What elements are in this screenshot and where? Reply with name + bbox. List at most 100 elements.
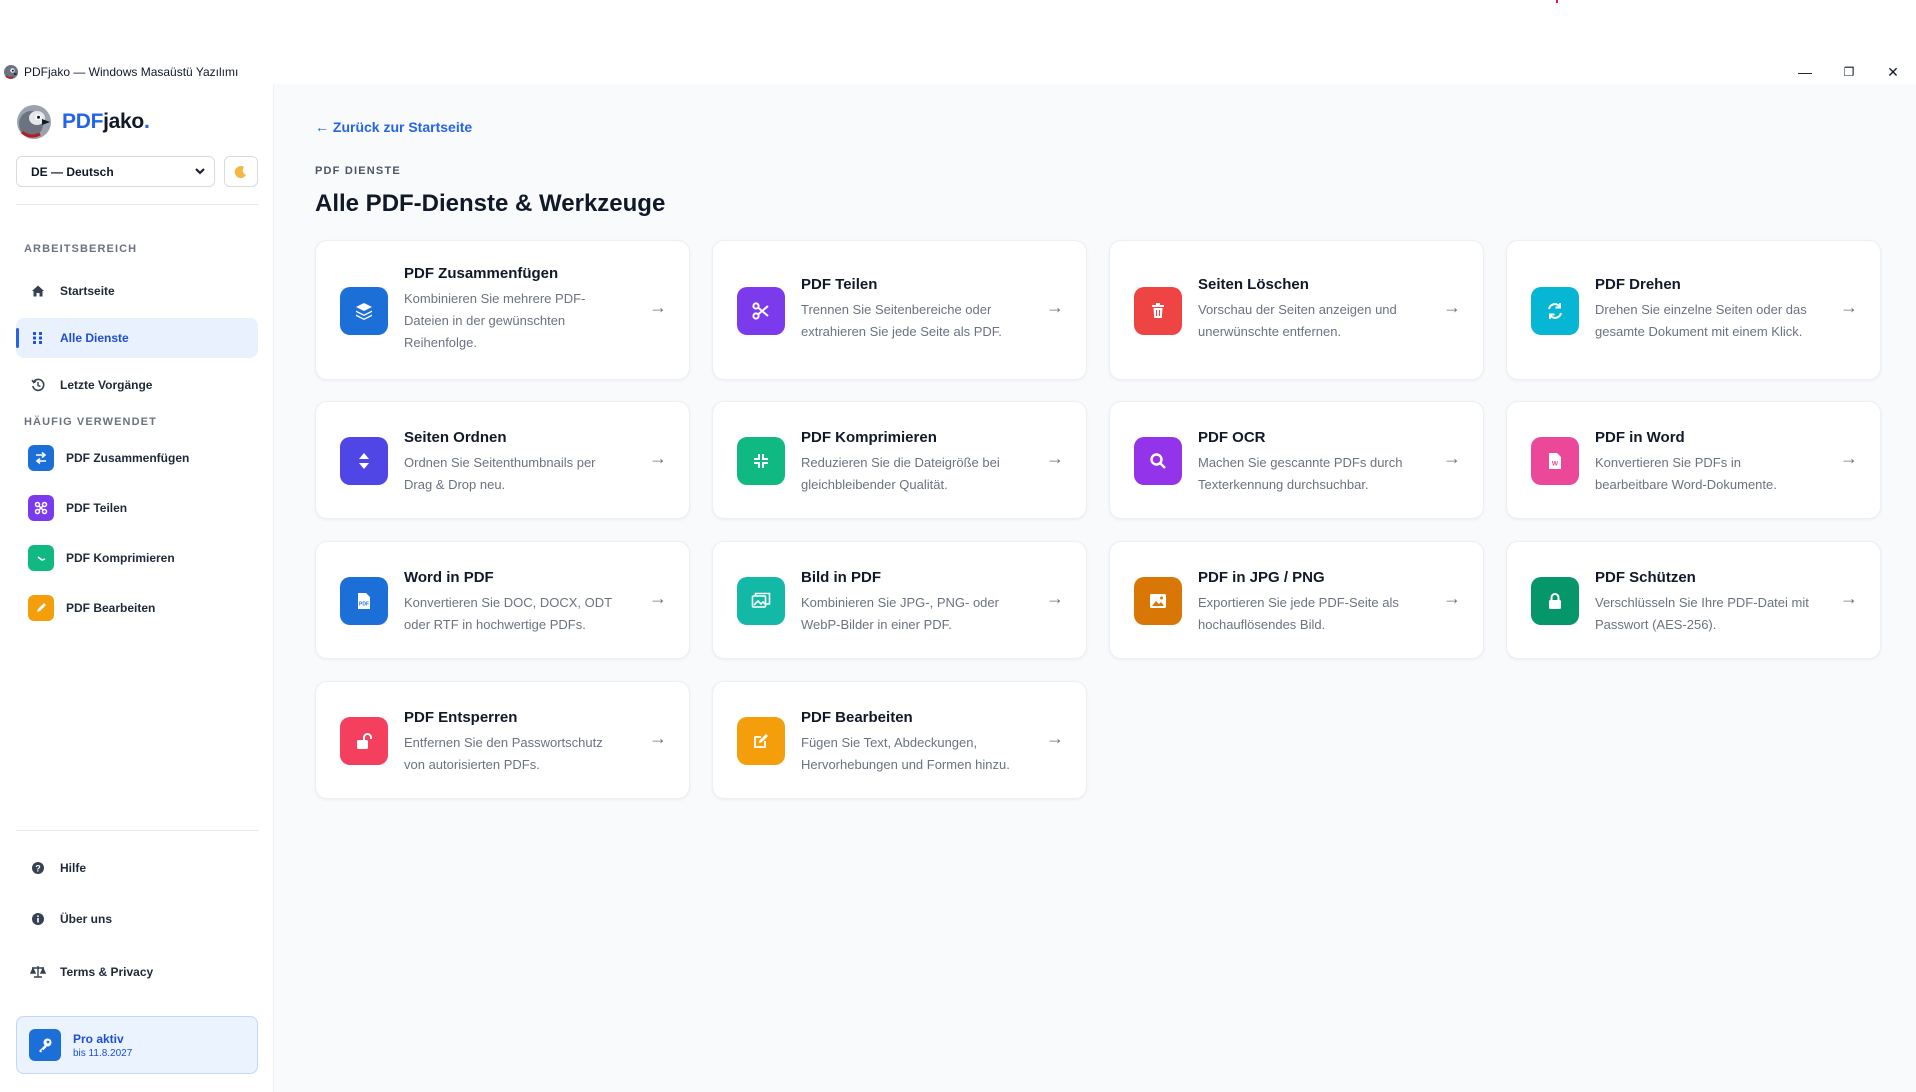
service-card-pdf-zusammenfuegen[interactable]: PDF Zusammenfügen Kombinieren Sie mehrer… — [315, 240, 690, 380]
service-card-title: Word in PDF — [404, 569, 494, 586]
service-card-title: PDF in JPG / PNG — [1198, 569, 1325, 586]
service-card-pdf-entsperren[interactable]: PDF Entsperren Entfernen Sie den Passwor… — [315, 681, 690, 799]
service-card-title: Bild in PDF — [801, 569, 881, 586]
minimize-button[interactable]: — — [1782, 60, 1828, 84]
service-card-pdf-bearbeiten[interactable]: PDF Bearbeiten Fügen Sie Text, Abdeckung… — [712, 681, 1087, 799]
compress-icon — [737, 437, 785, 485]
back-to-home-link[interactable]: ← Zurück zur Startseite — [315, 119, 472, 135]
close-button[interactable]: ✕ — [1870, 60, 1916, 84]
arrow-right-icon: → — [649, 588, 667, 608]
word-file-icon: W — [1531, 437, 1579, 485]
sidebar-item-hilfe[interactable]: ? Hilfe — [16, 848, 258, 888]
brand-name-pdf: PDF — [62, 110, 104, 133]
service-card-description: Kombinieren Sie JPG-, PNG- oder WebP-Bil… — [801, 595, 999, 632]
history-icon — [30, 377, 46, 393]
favorites-section-label: HÄUFIG VERWENDET — [24, 416, 157, 428]
pro-status-box[interactable]: Pro aktiv bis 11.8.2027 — [16, 1016, 258, 1074]
service-card-seiten-loeschen[interactable]: Seiten Löschen Vorschau der Seiten anzei… — [1109, 240, 1484, 380]
rotate-icon — [1531, 287, 1579, 335]
parrot-logo-icon — [17, 105, 51, 139]
favorite-item-label: PDF Zusammenfügen — [66, 451, 190, 465]
sidebar-item-startseite[interactable]: Startseite — [16, 271, 258, 311]
sidebar-item-label: Über uns — [60, 912, 113, 926]
info-icon — [30, 911, 46, 927]
service-card-description: Exportieren Sie jede PDF-Seite als hocha… — [1198, 595, 1399, 632]
maximize-button[interactable]: ❐ — [1826, 60, 1872, 84]
app-window: PDFjako — Windows Masaüstü Yazılımı — ❐ … — [0, 60, 1916, 1092]
images-icon — [737, 577, 785, 625]
service-card-description: Reduzieren Sie die Dateigröße bei gleich… — [801, 455, 1000, 492]
service-card-pdf-schuetzen[interactable]: PDF Schützen Verschlüsseln Sie Ihre PDF-… — [1506, 541, 1881, 659]
favorite-item-komprimieren[interactable]: PDF Komprimieren — [28, 544, 175, 572]
sidebar-item-letzte-vorgaenge[interactable]: Letzte Vorgänge — [16, 365, 258, 405]
pro-status-text: Pro aktiv bis 11.8.2027 — [73, 1032, 132, 1059]
service-card-description: Drehen Sie einzelne Seiten oder das gesa… — [1595, 302, 1807, 339]
favorite-item-bearbeiten[interactable]: PDF Bearbeiten — [28, 594, 155, 622]
sidebar-item-alle-dienste[interactable]: Alle Dienste — [16, 318, 258, 358]
service-card-description: Verschlüsseln Sie Ihre PDF-Datei mit Pas… — [1595, 595, 1809, 632]
sidebar-item-terms-privacy[interactable]: Terms & Privacy — [16, 952, 258, 992]
pro-title: Pro aktiv — [73, 1031, 124, 1046]
arrow-right-icon: → — [1840, 588, 1858, 608]
favorite-item-teilen[interactable]: PDF Teilen — [28, 494, 127, 522]
sidebar-item-label: Alle Dienste — [60, 331, 129, 345]
favorite-item-label: PDF Komprimieren — [66, 551, 175, 565]
unlock-icon — [340, 717, 388, 765]
arrow-right-icon: → — [1840, 448, 1858, 468]
grid-icon — [30, 330, 46, 346]
svg-text:?: ? — [35, 864, 41, 874]
scale-icon — [30, 964, 46, 980]
main-content: ← Zurück zur Startseite PDF DIENSTE Alle… — [274, 84, 1916, 1092]
home-icon — [30, 283, 46, 299]
service-card-description: Konvertieren Sie DOC, DOCX, ODT oder RTF… — [404, 595, 612, 632]
brand-name-dot: . — [143, 110, 150, 133]
service-card-bild-in-pdf[interactable]: Bild in PDF Kombinieren Sie JPG-, PNG- o… — [712, 541, 1087, 659]
app-icon — [4, 65, 18, 79]
service-card-description: Trennen Sie Seitenbereiche oder extrahie… — [801, 302, 1002, 339]
service-card-word-in-pdf[interactable]: PDF Word in PDF Konvertieren Sie DOC, DO… — [315, 541, 690, 659]
pencil-icon — [28, 595, 54, 621]
service-card-description: Vorschau der Seiten anzeigen und unerwün… — [1198, 302, 1397, 339]
brand-logo[interactable]: PDFjako. — [16, 104, 150, 140]
service-card-title: Seiten Löschen — [1198, 276, 1309, 293]
merge-icon — [28, 445, 54, 471]
brand-name-jako: jako — [103, 110, 144, 133]
chevron-down-icon — [195, 168, 205, 175]
service-card-seiten-ordnen[interactable]: Seiten Ordnen Ordnen Sie Seitenthumbnail… — [315, 401, 690, 519]
service-card-title: PDF OCR — [1198, 429, 1266, 446]
sidebar-item-label: Startseite — [60, 284, 115, 298]
service-card-title: PDF in Word — [1595, 429, 1685, 446]
service-card-description: Entfernen Sie den Passwortschutz von aut… — [404, 735, 603, 772]
arrow-right-icon: → — [1046, 448, 1064, 468]
service-card-description: Konvertieren Sie PDFs in bearbeitbare Wo… — [1595, 455, 1777, 492]
language-select[interactable]: DE — Deutsch — [16, 156, 215, 187]
arrow-right-icon: → — [649, 297, 667, 317]
brand-name: PDFjako. — [62, 110, 150, 134]
window-title: PDFjako — Windows Masaüstü Yazılımı — [24, 65, 239, 79]
service-card-pdf-in-word[interactable]: W PDF in Word Konvertieren Sie PDFs in b… — [1506, 401, 1881, 519]
service-card-pdf-in-jpg-png[interactable]: PDF in JPG / PNG Exportieren Sie jede PD… — [1109, 541, 1484, 659]
pdf-file-icon: PDF — [340, 577, 388, 625]
workspace-section-label: ARBEITSBEREICH — [24, 243, 138, 255]
service-card-title: PDF Bearbeiten — [801, 709, 913, 726]
theme-toggle-button[interactable] — [224, 156, 258, 187]
favorite-item-label: PDF Teilen — [66, 501, 128, 515]
moon-icon — [234, 165, 246, 178]
sidebar-divider — [16, 204, 258, 205]
screen-top-area — [0, 0, 1916, 60]
lock-icon — [1531, 577, 1579, 625]
svg-text:PDF: PDF — [359, 602, 369, 608]
sidebar-item-ueber-uns[interactable]: Über uns — [16, 899, 258, 939]
pro-subtitle: bis 11.8.2027 — [73, 1047, 133, 1059]
service-card-pdf-teilen[interactable]: PDF Teilen Trennen Sie Seitenbereiche od… — [712, 240, 1087, 380]
service-card-pdf-ocr[interactable]: PDF OCR Machen Sie gescannte PDFs durch … — [1109, 401, 1484, 519]
service-card-title: PDF Drehen — [1595, 276, 1681, 293]
scissors-icon — [737, 287, 785, 335]
service-card-pdf-drehen[interactable]: PDF Drehen Drehen Sie einzelne Seiten od… — [1506, 240, 1881, 380]
service-card-title: PDF Zusammenfügen — [404, 265, 559, 282]
favorite-item-zusammenfuegen[interactable]: PDF Zusammenfügen — [28, 444, 189, 472]
service-card-description: Kombinieren Sie mehrere PDF-Dateien in d… — [404, 291, 586, 350]
layers-icon — [340, 287, 388, 335]
scissors-icon — [28, 495, 54, 521]
service-card-pdf-komprimieren[interactable]: PDF Komprimieren Reduzieren Sie die Date… — [712, 401, 1087, 519]
